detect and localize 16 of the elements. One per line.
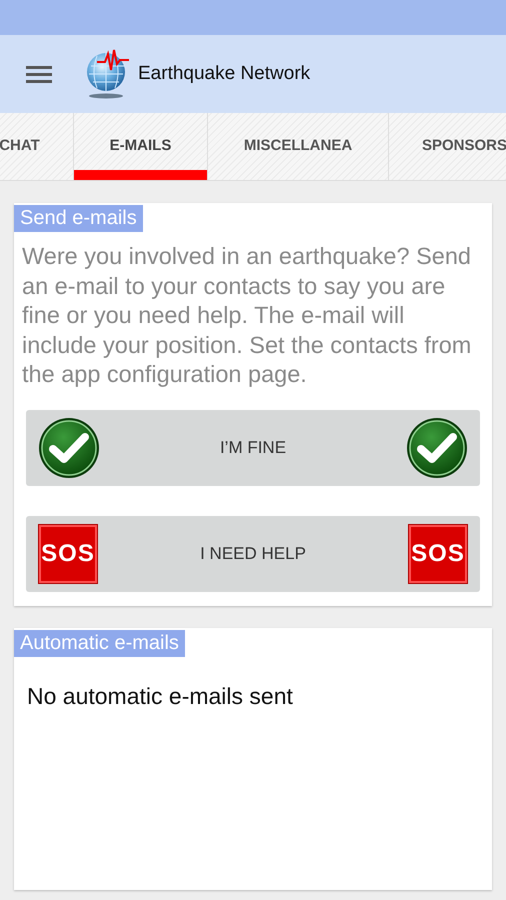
tab[interactable]: MISCELLANEA: [207, 113, 388, 180]
checkmark-icon: [406, 416, 468, 478]
tab[interactable]: CHAT: [0, 113, 73, 180]
menu-button[interactable]: [25, 64, 53, 84]
section-heading: Automatic e-mails: [14, 630, 185, 656]
action-button[interactable]: SOS I NEED HELP SOS: [26, 516, 480, 592]
sos-icon: SOS: [38, 524, 98, 584]
description-text: Were you involved in an earthquake? Send an e-mail to your contacts to say you are fine or you need help. The e-mail will include your position. Set the contacts from the app configuration page.: [22, 242, 472, 389]
action-button[interactable]: I’M FINE: [26, 410, 480, 486]
section-heading: Send e-mails: [14, 205, 143, 232]
globe-logo-icon: [85, 48, 131, 100]
tab[interactable]: E-MAILS: [73, 113, 207, 180]
app-title: Earthquake Network: [138, 63, 310, 85]
status-message: No automatic e-mails sent: [27, 682, 294, 710]
checkmark-icon: [38, 416, 100, 478]
sos-icon: SOS: [408, 524, 468, 584]
